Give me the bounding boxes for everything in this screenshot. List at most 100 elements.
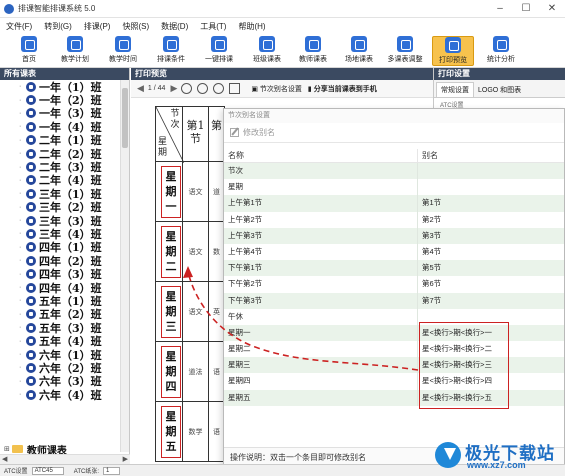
menu-snapshot[interactable]: 快照(S)	[122, 21, 149, 32]
alias-row[interactable]: 午休	[224, 308, 564, 325]
alias-row-value: 第2节	[422, 214, 442, 224]
scrollbar-thumb[interactable]	[122, 88, 128, 148]
tree-line-icon: ·	[19, 150, 22, 158]
auto-schedule-label: 一键排课	[205, 56, 233, 63]
teaching-time-button[interactable]: 教学时间	[102, 36, 144, 66]
edit-alias-button[interactable]: 修改别名	[243, 127, 275, 138]
statistics-button[interactable]: 统计分析	[480, 36, 522, 66]
alias-row-name: 星期二	[224, 341, 418, 358]
menu-schedule[interactable]: 排课(P)	[84, 21, 111, 32]
conditions-button[interactable]: 排课条件	[150, 36, 192, 66]
alias-row[interactable]: 上午第2节 第2节	[224, 211, 564, 228]
alias-row[interactable]: 上午第1节 第1节	[224, 195, 564, 212]
alias-row[interactable]: 星期五 星<换行>期<换行>五	[224, 389, 564, 406]
zoom-in-icon[interactable]	[181, 83, 193, 94]
alias-row[interactable]: 节次	[224, 163, 564, 180]
alias-row-name: 节次	[224, 163, 418, 180]
alias-row-name: 上午第2节	[224, 211, 418, 228]
maximize-icon[interactable]: ☐	[513, 0, 539, 18]
menu-file[interactable]: 文件(F)	[6, 21, 32, 32]
alias-row[interactable]: 星期	[224, 179, 564, 196]
prev-page-icon[interactable]: ◀	[137, 83, 144, 94]
menu-goto[interactable]: 转到(G)	[44, 21, 72, 32]
class-table-icon	[259, 36, 275, 52]
corner-period-label: 节次	[170, 109, 180, 130]
alias-settings-button[interactable]: ▣ 节次别名设置	[251, 84, 302, 94]
home-icon	[21, 36, 37, 52]
scroll-right-icon[interactable]: ▶	[123, 455, 128, 463]
tree-line-icon: ·	[19, 176, 22, 184]
class-icon	[26, 349, 36, 360]
class-icon	[26, 336, 36, 347]
teacher-icon	[305, 36, 321, 52]
class-icon	[26, 81, 36, 92]
zoom-fit-icon[interactable]	[213, 83, 225, 94]
alias-row[interactable]: 下午第1节 第5节	[224, 260, 564, 277]
alias-row[interactable]: 上午第3节 第3节	[224, 227, 564, 244]
tree-horizontal-scrollbar[interactable]: ◀ ▶	[0, 454, 130, 464]
share-to-phone-button[interactable]: ▮ 分享当前课表到手机	[308, 84, 377, 94]
home-button[interactable]: 首页	[8, 36, 50, 66]
status-select-1[interactable]: ATC45	[31, 466, 64, 475]
tree-line-icon: ·	[19, 230, 22, 238]
alias-row[interactable]: 星期二 星<换行>期<换行>二	[224, 341, 564, 358]
menu-tools[interactable]: 工具(T)	[200, 21, 226, 32]
minimize-icon[interactable]: –	[487, 0, 513, 18]
weekday-label: 星 期 五	[161, 406, 181, 458]
alias-settings-label: 节次别名设置	[259, 85, 302, 93]
name-column-header[interactable]: 名称	[224, 149, 418, 162]
main-toolbar: 首页 教学计划 教学时间 排课条件 一键排课 班级课表 教师课表 场地课表 多课…	[0, 34, 565, 68]
tab-general-settings[interactable]: 常规设置	[436, 82, 474, 97]
alias-row[interactable]: 下午第3节 第7节	[224, 292, 564, 309]
tree-item-class[interactable]: · 六年（4）班	[0, 388, 120, 402]
tree-item-label: 六年（4）班	[39, 388, 102, 402]
print-preview-button[interactable]: 打印预览	[432, 36, 474, 66]
alias-column-header[interactable]: 别名	[418, 149, 438, 162]
class-icon	[26, 282, 36, 293]
print-preview-label: 打印预览	[439, 57, 467, 64]
tree-line-icon: ·	[19, 377, 22, 385]
tree-line-icon: ·	[19, 217, 22, 225]
window-controls: – ☐ ✕	[487, 0, 565, 18]
menu-bar: 文件(F) 转到(G) 排课(P) 快照(S) 数据(D) 工具(T) 帮助(H…	[0, 18, 565, 34]
zoom-out-icon[interactable]	[197, 83, 209, 94]
fullscreen-icon[interactable]	[229, 83, 241, 94]
alias-row-name: 上午第3节	[224, 227, 418, 244]
alias-row-name: 下午第3节	[224, 292, 418, 309]
teacher-table-label: 教师课表	[299, 56, 327, 63]
alias-row-name: 下午第2节	[224, 276, 418, 293]
menu-data[interactable]: 数据(D)	[161, 21, 188, 32]
class-icon	[26, 269, 36, 280]
auto-schedule-button[interactable]: 一键排课	[198, 36, 240, 66]
multi-adjust-button[interactable]: 多课表调整	[384, 36, 426, 66]
conditions-label: 排课条件	[157, 56, 185, 63]
settings-tabs: 常规设置 LOGO 和图表	[434, 80, 565, 98]
alias-row[interactable]: 星期三 星<换行>期<换行>三	[224, 357, 564, 374]
teaching-time-label: 教学时间	[109, 56, 137, 63]
alias-row[interactable]: 星期一 星<换行>期<换行>一	[224, 324, 564, 342]
menu-help[interactable]: 帮助(H)	[238, 21, 265, 32]
venue-table-button[interactable]: 场地课表	[338, 36, 380, 66]
conditions-icon	[163, 36, 179, 52]
multi-adjust-label: 多课表调整	[387, 56, 423, 63]
weekday-row-header: 星 期 一	[155, 162, 183, 222]
alias-row[interactable]: 星期四 星<换行>期<换行>四	[224, 373, 564, 390]
alias-row[interactable]: 下午第2节 第6节	[224, 276, 564, 293]
tab-logo-charts[interactable]: LOGO 和图表	[474, 83, 525, 97]
tree-vertical-scrollbar[interactable]	[120, 80, 129, 452]
tree-line-icon: ·	[19, 284, 22, 292]
close-icon[interactable]: ✕	[539, 0, 565, 18]
status-select-2[interactable]: 1	[103, 466, 121, 475]
weekday-label: 星 期 二	[161, 226, 181, 278]
expand-icon[interactable]: ⊞	[4, 445, 10, 453]
alias-row-name: 星期	[224, 179, 418, 196]
alias-row-value: 第7节	[422, 295, 442, 305]
class-table-button[interactable]: 班级课表	[246, 36, 288, 66]
scroll-left-icon[interactable]: ◀	[2, 455, 7, 463]
teacher-table-button[interactable]: 教师课表	[292, 36, 334, 66]
class-icon	[26, 242, 36, 253]
teaching-plan-button[interactable]: 教学计划	[54, 36, 96, 66]
next-page-icon[interactable]: ▶	[170, 83, 177, 94]
alias-row[interactable]: 上午第4节 第4节	[224, 243, 564, 261]
alias-row-name: 星期三	[224, 357, 418, 374]
